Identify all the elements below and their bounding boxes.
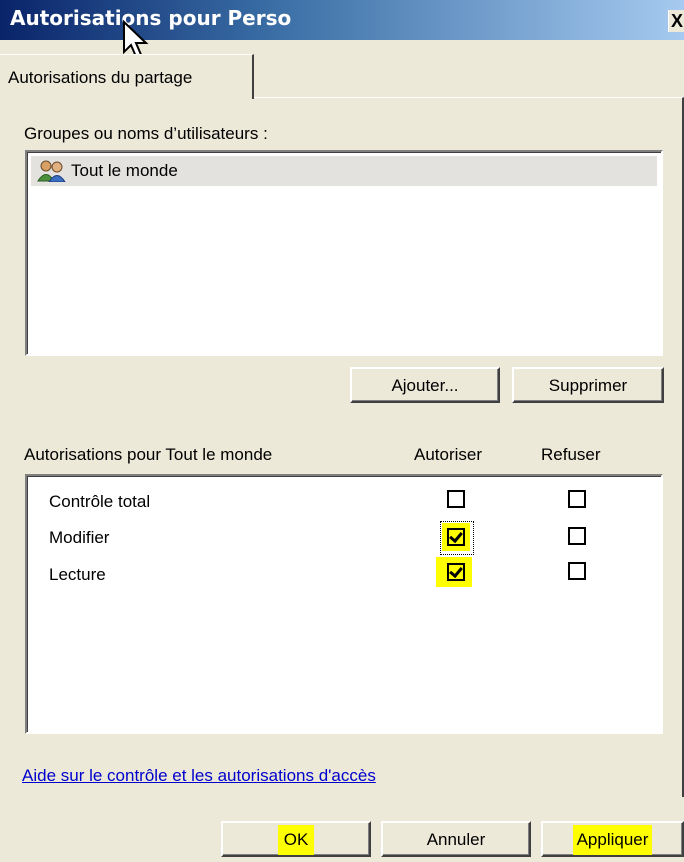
ok-button[interactable]: OK	[221, 821, 371, 857]
remove-button[interactable]: Supprimer	[512, 367, 664, 403]
apply-button[interactable]: Appliquer	[541, 821, 684, 857]
tab-share-permissions[interactable]: Autorisations du partage	[0, 54, 254, 99]
permission-label-read: Lecture	[49, 565, 106, 584]
close-button[interactable]: X	[668, 10, 684, 32]
allow-full-control-checkbox[interactable]	[447, 490, 465, 508]
window-title: Autorisations pour Perso	[10, 6, 292, 30]
cancel-button[interactable]: Annuler	[381, 821, 531, 857]
permissions-list	[25, 474, 663, 734]
deny-full-control-checkbox[interactable]	[568, 490, 586, 508]
allow-column-header: Autoriser	[414, 445, 483, 464]
users-listbox[interactable]: Tout le monde	[25, 150, 663, 356]
user-name: Tout le monde	[71, 161, 178, 180]
users-group-icon	[37, 160, 66, 182]
add-button[interactable]: Ajouter...	[350, 367, 500, 403]
deny-modify-checkbox[interactable]	[568, 527, 586, 545]
users-label: Groupes ou noms d’utilisateurs :	[24, 124, 268, 143]
permission-label-full-control: Contrôle total	[49, 492, 151, 511]
help-link[interactable]: Aide sur le contrôle et les autorisation…	[22, 766, 376, 786]
list-item-everyone[interactable]: Tout le monde	[31, 156, 657, 186]
deny-read-checkbox[interactable]	[568, 562, 586, 580]
tab-label: Autorisations du partage	[8, 68, 193, 87]
ok-label: OK	[277, 825, 315, 855]
title-bar[interactable]: Autorisations pour Perso X	[0, 0, 684, 40]
apply-label: Appliquer	[572, 825, 653, 855]
permission-label-modify: Modifier	[49, 528, 110, 547]
allow-modify-checkbox[interactable]	[447, 528, 465, 546]
deny-column-header: Refuser	[541, 445, 601, 464]
allow-read-checkbox[interactable]	[447, 563, 465, 581]
permissions-header: Autorisations pour Tout le monde	[24, 445, 273, 464]
